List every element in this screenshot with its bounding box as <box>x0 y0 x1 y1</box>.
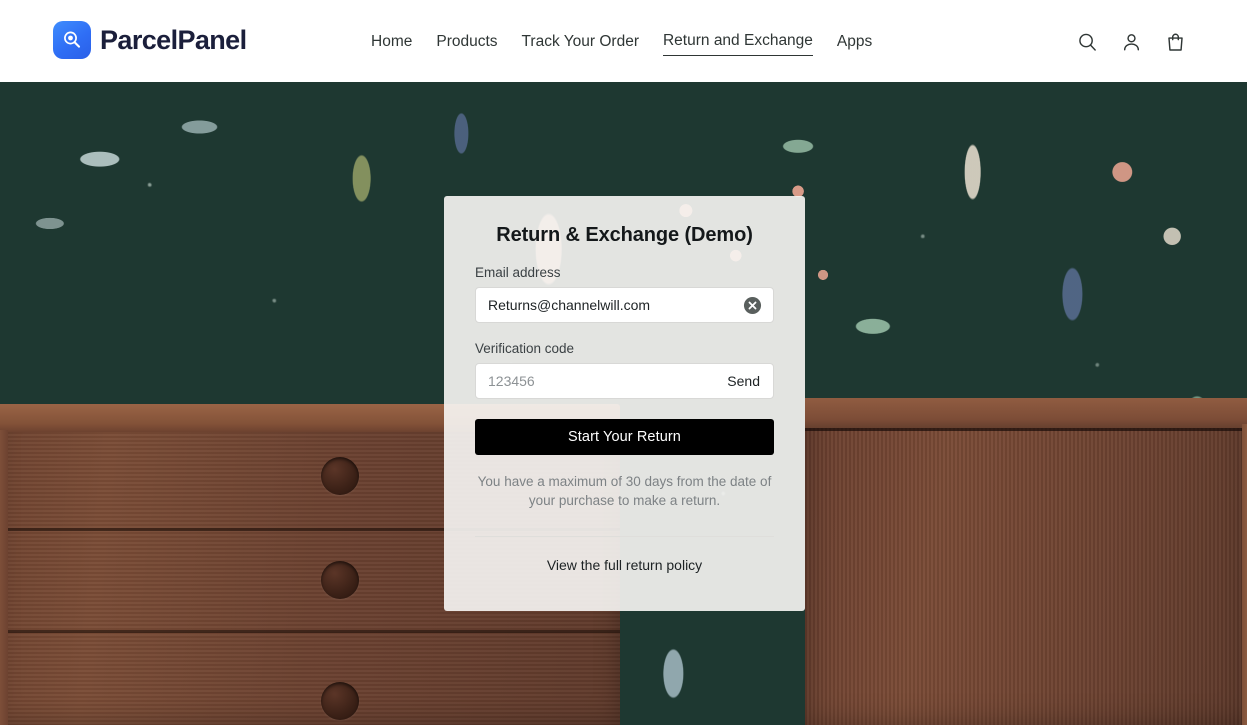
cabinet-top-slab <box>805 398 1247 428</box>
cabinet-edge-rail <box>1242 424 1247 725</box>
nav-item-return-and-exchange[interactable]: Return and Exchange <box>662 30 813 56</box>
email-field-group: Email address <box>475 265 774 323</box>
nav-item-products[interactable]: Products <box>436 31 497 56</box>
brand-logo[interactable]: ParcelPanel <box>53 21 247 59</box>
card-title: Return & Exchange (Demo) <box>496 224 753 246</box>
nav-item-track-your-order[interactable]: Track Your Order <box>522 31 639 56</box>
start-your-return-button[interactable]: Start Your Return <box>475 419 774 455</box>
card-divider <box>475 536 774 537</box>
site-header: ParcelPanel Home Products Track Your Ord… <box>0 0 1247 82</box>
return-exchange-card: Return & Exchange (Demo) Email address V… <box>444 196 805 611</box>
dresser-knob <box>321 457 359 495</box>
email-label: Email address <box>475 265 561 280</box>
cabinet-seam <box>805 428 1242 431</box>
return-window-note: You have a maximum of 30 days from the d… <box>477 474 772 508</box>
verification-label: Verification code <box>475 341 575 356</box>
return-policy-link[interactable]: View the full return policy <box>475 557 774 573</box>
verification-input-shell: Send <box>475 363 774 399</box>
nav-item-home[interactable]: Home <box>371 31 412 56</box>
verification-field-group: Verification code Send <box>475 341 774 399</box>
search-icon[interactable] <box>1071 26 1103 58</box>
clear-circle-icon[interactable] <box>739 292 765 318</box>
verification-code-input[interactable] <box>476 364 722 398</box>
account-person-icon[interactable] <box>1115 26 1147 58</box>
dresser-drawer-seam <box>8 630 620 633</box>
dresser-knob <box>321 561 359 599</box>
nav-item-apps[interactable]: Apps <box>837 31 872 56</box>
header-actions <box>1071 26 1191 58</box>
wooden-cabinet-right <box>805 398 1247 725</box>
main-navigation: Home Products Track Your Order Return an… <box>371 30 872 56</box>
send-code-button[interactable]: Send <box>721 373 773 389</box>
email-input[interactable] <box>476 288 739 322</box>
dresser-knob <box>321 682 359 720</box>
shopping-bag-icon[interactable] <box>1159 26 1191 58</box>
dresser-side-rail <box>0 430 8 725</box>
brand-name: ParcelPanel <box>100 24 247 55</box>
email-input-shell <box>475 287 774 323</box>
parcelpanel-logo-icon <box>53 21 91 59</box>
page-root: ParcelPanel Home Products Track Your Ord… <box>0 0 1247 725</box>
